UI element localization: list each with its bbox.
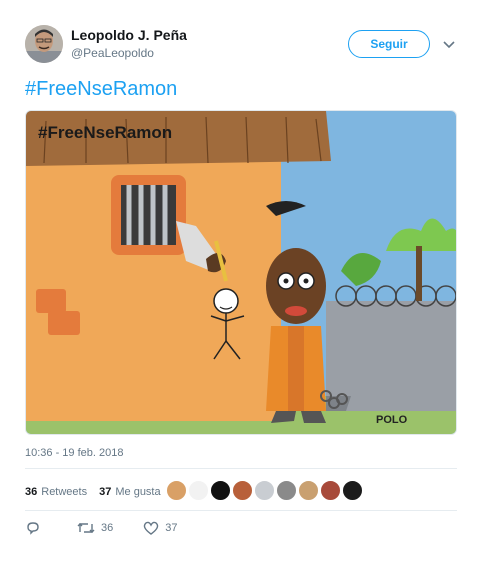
liker-avatar[interactable] bbox=[298, 480, 319, 501]
chevron-down-icon bbox=[443, 41, 455, 49]
liker-avatar[interactable] bbox=[232, 480, 253, 501]
likers-avatars bbox=[166, 480, 364, 501]
author-handle[interactable]: @PeaLeopoldo bbox=[71, 46, 154, 60]
likes-stat[interactable]: 37 Me gusta bbox=[99, 486, 161, 498]
like-count: 37 bbox=[165, 522, 178, 534]
likes-count: 37 bbox=[99, 486, 112, 498]
cartoon-illustration: #FreeNseRamon POLO bbox=[26, 111, 456, 434]
media-caption: #FreeNseRamon bbox=[38, 123, 172, 142]
cartoon-signature: POLO bbox=[376, 414, 408, 426]
divider bbox=[25, 468, 457, 469]
liker-avatar[interactable] bbox=[342, 480, 363, 501]
liker-avatar[interactable] bbox=[254, 480, 275, 501]
liker-avatar[interactable] bbox=[320, 480, 341, 501]
retweets-count: 36 bbox=[25, 486, 38, 498]
retweet-count: 36 bbox=[101, 522, 114, 534]
liker-avatar[interactable] bbox=[276, 480, 297, 501]
author-avatar[interactable] bbox=[25, 25, 63, 63]
liker-avatar[interactable] bbox=[166, 480, 187, 501]
tweet-stats: 36 Retweets 37 Me gusta bbox=[25, 476, 173, 508]
tweet-timestamp[interactable]: 10:36 - 19 feb. 2018 bbox=[25, 447, 123, 459]
liker-avatar[interactable] bbox=[210, 480, 231, 501]
likes-label: Me gusta bbox=[115, 486, 161, 498]
like-button[interactable]: 37 bbox=[143, 521, 178, 536]
retweet-icon bbox=[77, 523, 95, 533]
heart-icon bbox=[144, 521, 159, 535]
divider bbox=[25, 510, 457, 511]
retweets-stat[interactable]: 36 Retweets bbox=[25, 486, 87, 498]
retweets-label: Retweets bbox=[41, 486, 88, 498]
tweet-actions: 36 37 bbox=[25, 520, 208, 536]
hashtag-link[interactable]: #FreeNseRamon bbox=[25, 78, 177, 101]
tweet: Leopoldo J. Peña @PeaLeopoldo Seguir #Fr… bbox=[0, 0, 478, 568]
reply-button[interactable] bbox=[25, 520, 47, 536]
reply-icon bbox=[27, 522, 39, 535]
liker-avatar[interactable] bbox=[188, 480, 209, 501]
author-name[interactable]: Leopoldo J. Peña bbox=[71, 27, 187, 43]
more-options-button[interactable] bbox=[442, 38, 456, 52]
tweet-media-image[interactable]: #FreeNseRamon POLO bbox=[25, 110, 457, 435]
retweet-button[interactable]: 36 bbox=[77, 521, 113, 535]
follow-button[interactable]: Seguir bbox=[348, 30, 430, 58]
